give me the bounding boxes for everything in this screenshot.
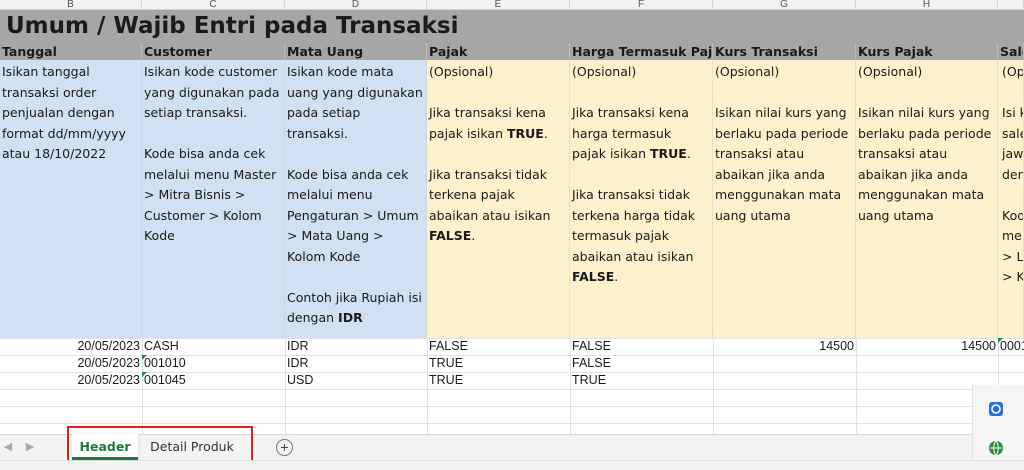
cell-mata-uang[interactable]: IDR [285, 338, 427, 355]
chevron-left-icon[interactable]: ◀ [0, 438, 16, 456]
cell-pajak[interactable]: TRUE [427, 372, 570, 389]
column-header-e[interactable]: E [427, 0, 570, 10]
globe-icon[interactable] [987, 439, 1005, 457]
cell-customer[interactable]: 001010 [142, 355, 285, 372]
header-harga-termasuk-pajak[interactable]: Harga Termasuk Pajak [570, 43, 713, 60]
cell-sales[interactable]: 0001 [998, 338, 1024, 355]
row-gridline [0, 389, 1024, 390]
refresh-icon[interactable] [988, 401, 1004, 417]
header-kurs-transaksi[interactable]: Kurs Transaksi [713, 43, 856, 60]
column-header-g[interactable]: G [713, 0, 856, 10]
cell-customer[interactable]: CASH [142, 338, 285, 355]
row-gridline [0, 406, 1024, 407]
desc-customer[interactable]: Isikan kode customer yang digunakan pada… [142, 60, 285, 338]
cell-mata-uang[interactable]: USD [285, 372, 427, 389]
header-mata-uang[interactable]: Mata Uang [285, 43, 427, 60]
column-header-f[interactable]: F [570, 0, 713, 10]
cell-kurs-pajak[interactable]: 14500 [856, 338, 998, 355]
cell-pajak[interactable]: TRUE [427, 355, 570, 372]
desc-kurs-pajak[interactable]: (Opsional) Isikan nilai kurs yang berlak… [856, 60, 998, 338]
desc-pajak[interactable]: (Opsional) Jika transaksi kena pajak isi… [427, 60, 570, 338]
cell-tanggal[interactable]: 20/05/2023 [0, 338, 142, 355]
cell-customer[interactable]: 001045 [142, 372, 285, 389]
desc-mata-uang[interactable]: Isikan kode mata uang yang digunakan pad… [285, 60, 427, 338]
cell-harga-termasuk-pajak[interactable]: FALSE [570, 355, 713, 372]
chevron-right-icon[interactable]: ▶ [22, 438, 38, 456]
column-header-h[interactable]: H [856, 0, 998, 10]
desc-harga-termasuk-pajak[interactable]: (Opsional) Jika transaksi kena harga ter… [570, 60, 713, 338]
plus-circle-icon[interactable]: + [276, 439, 293, 456]
header-kurs-pajak[interactable]: Kurs Pajak [856, 43, 998, 60]
cell-mata-uang[interactable]: IDR [285, 355, 427, 372]
header-pajak[interactable]: Pajak [427, 43, 570, 60]
cell-pajak[interactable]: FALSE [427, 338, 570, 355]
cell-tanggal[interactable]: 20/05/2023 [0, 355, 142, 372]
header-customer[interactable]: Customer [142, 43, 285, 60]
column-header-d[interactable]: D [285, 0, 427, 10]
side-panel [972, 385, 1024, 470]
cell-kurs-transaksi[interactable]: 14500 [713, 338, 856, 355]
cell-harga-termasuk-pajak[interactable]: TRUE [570, 372, 713, 389]
column-header-i[interactable] [998, 0, 1024, 10]
desc-kurs-transaksi[interactable]: (Opsional) Isikan nilai kurs yang berlak… [713, 60, 856, 338]
column-header-c[interactable]: C [142, 0, 285, 10]
status-bar [0, 460, 1024, 470]
row-gridline [0, 423, 1024, 424]
desc-tanggal[interactable]: Isikan tanggal transaksi order penjualan… [0, 60, 142, 338]
desc-sales[interactable]: (Op Isi k sale jaw den Kod mel > La > K [998, 60, 1024, 338]
column-header-b[interactable]: B [0, 0, 142, 10]
header-sales[interactable]: Sale [998, 43, 1024, 60]
sheet-title[interactable]: Umum / Wajib Entri pada Transaksi [0, 10, 1024, 43]
header-tanggal[interactable]: Tanggal [0, 43, 142, 60]
cell-harga-termasuk-pajak[interactable]: FALSE [570, 338, 713, 355]
cell-tanggal[interactable]: 20/05/2023 [0, 372, 142, 389]
